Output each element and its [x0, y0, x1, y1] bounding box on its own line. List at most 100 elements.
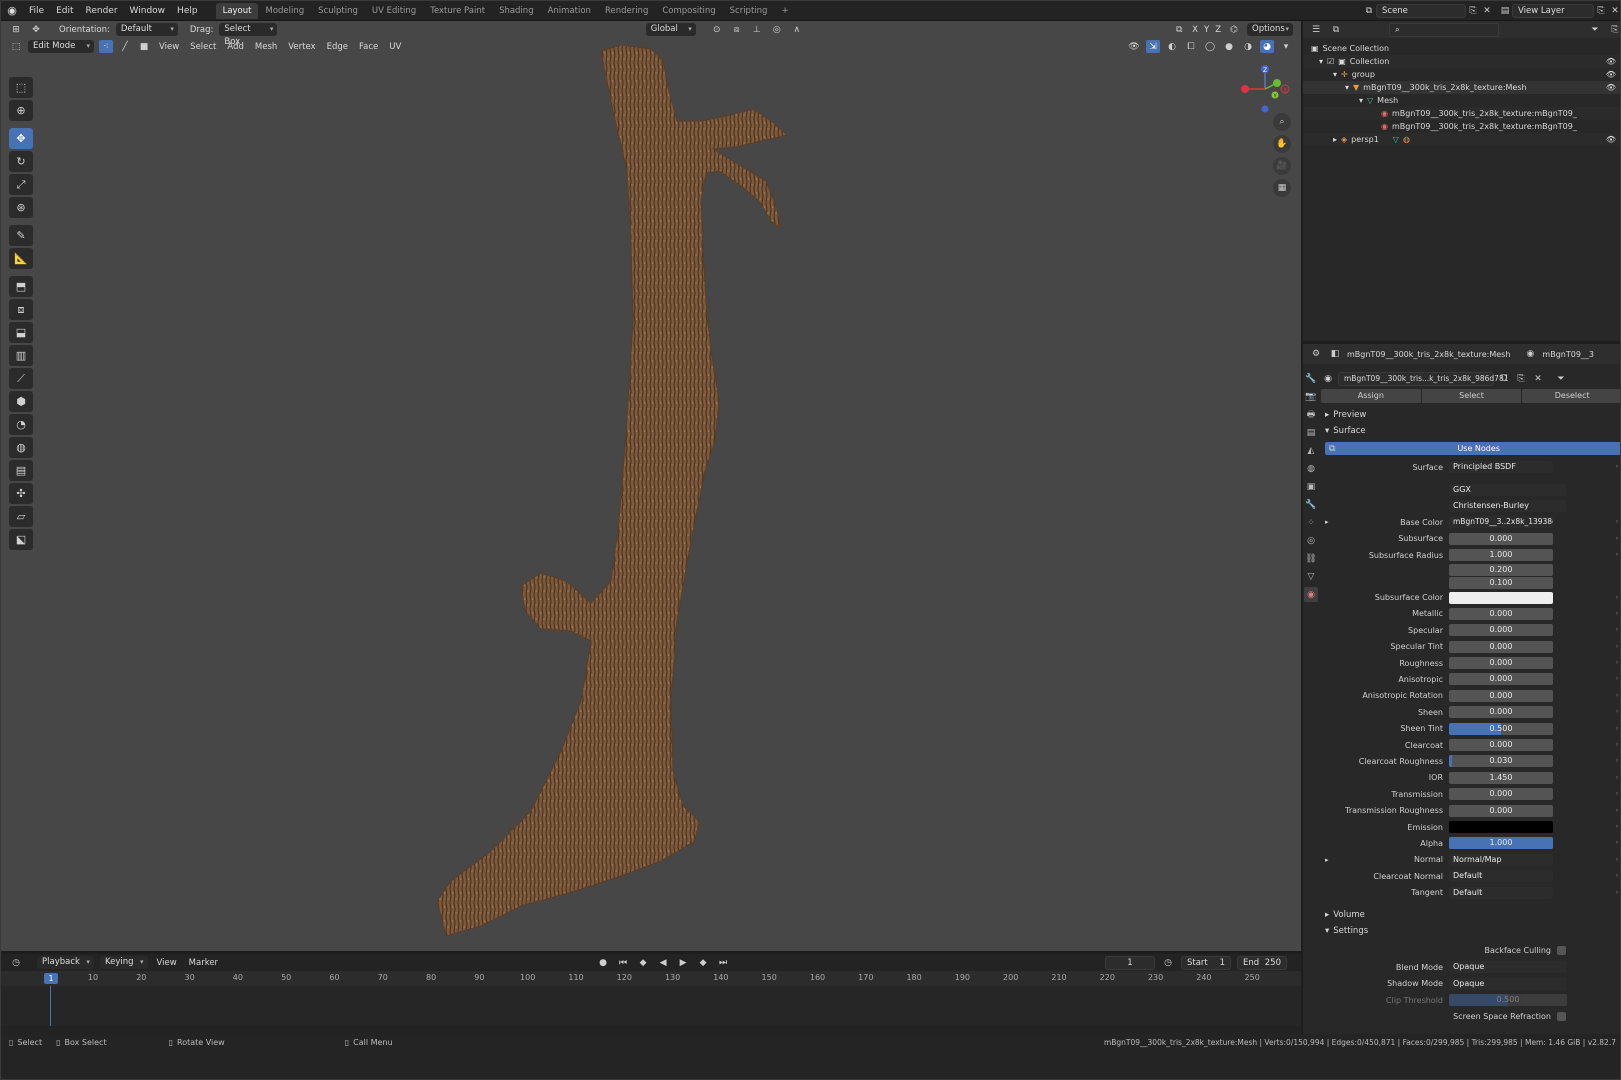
view-layer-field[interactable]: View Layer — [1512, 4, 1594, 18]
param-slider[interactable]: 0.000 — [1449, 673, 1553, 686]
new-scene-icon[interactable]: ⎘ — [1466, 5, 1480, 18]
pan-hand-icon[interactable]: ✋ — [1273, 135, 1291, 153]
gizmo-x-neg[interactable] — [1241, 85, 1249, 93]
tree-branch-mesh[interactable] — [436, 44, 789, 937]
outliner-search-input[interactable]: ⌕ — [1389, 22, 1499, 37]
record-icon[interactable]: ● — [596, 956, 610, 969]
param-slider[interactable]: 0.000 — [1449, 607, 1553, 620]
new-view-layer-icon[interactable]: ⎘ — [1594, 5, 1608, 18]
camera-view-icon[interactable]: 🎥 — [1273, 157, 1291, 175]
socket-dot-icon[interactable]: ◦ — [1615, 741, 1619, 749]
outliner-editor-icon[interactable]: ☰ — [1309, 23, 1323, 36]
socket-dot-icon[interactable]: ◦ — [1615, 856, 1619, 864]
socket-dot-icon[interactable]: ◦ — [1615, 675, 1619, 683]
socket-dot-icon[interactable]: ◦ — [1615, 757, 1619, 765]
perspective-grid-icon[interactable]: ▦ — [1273, 179, 1291, 197]
use-nodes-button[interactable]: ⧉ Use Nodes — [1325, 442, 1620, 455]
tab-shading[interactable]: Shading — [492, 3, 541, 19]
collapse-icon[interactable]: ▸ — [1333, 135, 1337, 144]
param-slider[interactable]: 1.450 — [1449, 771, 1553, 784]
shadow-mode-dropdown[interactable]: Opaque — [1449, 977, 1567, 990]
material-filter-icon[interactable]: ⏷ — [1554, 373, 1568, 386]
pin-icon[interactable]: ◧ — [1328, 348, 1342, 361]
marker-menu[interactable]: Marker — [186, 958, 221, 968]
param-slider[interactable]: 0.030 — [1449, 755, 1553, 768]
select-button[interactable]: Select — [1421, 389, 1522, 403]
socket-dot-icon[interactable]: ◦ — [1615, 518, 1619, 526]
timeline-editor-icon[interactable]: ◷ — [9, 956, 23, 969]
tab-sculpting[interactable]: Sculpting — [311, 3, 365, 19]
constraints-tab-icon[interactable]: ⛓ — [1304, 551, 1318, 566]
socket-dot-icon[interactable]: ◦ — [1615, 725, 1619, 733]
param-slider[interactable]: 0.000 — [1449, 804, 1553, 817]
outliner-row-persp1[interactable]: ▸ ◈ persp1 ▽ ◍ 👁 — [1303, 133, 1620, 146]
socket-dot-icon[interactable]: ◦ — [1615, 823, 1619, 831]
preview-section[interactable]: ▸ Preview — [1321, 407, 1620, 423]
timeline-view-menu[interactable]: View — [154, 958, 180, 968]
tab-layout[interactable]: Layout — [215, 2, 259, 19]
tool-tab-icon[interactable]: 🔧 — [1304, 371, 1318, 386]
outliner-row-scene-collection[interactable]: ▣ Scene Collection — [1303, 42, 1620, 55]
gizmo-z-neg[interactable] — [1261, 105, 1269, 113]
socket-dot-icon[interactable]: ◦ — [1615, 594, 1619, 602]
deselect-button[interactable]: Deselect — [1522, 389, 1620, 403]
expand-icon[interactable]: ▾ — [1345, 83, 1349, 92]
ssr-checkbox[interactable] — [1557, 1012, 1566, 1022]
outliner-row-collection[interactable]: ▾ ☑ ▣ Collection 👁 — [1303, 55, 1620, 68]
zoom-icon[interactable]: ⌕ — [1273, 113, 1291, 131]
delete-view-layer-icon[interactable]: ✕ — [1608, 5, 1620, 18]
param-slider[interactable]: 0.000 — [1449, 689, 1553, 702]
jump-end-icon[interactable]: ⏭ — [716, 956, 730, 969]
end-frame-field[interactable]: End 250 — [1237, 955, 1287, 970]
next-keyframe-icon[interactable]: ◆ — [696, 956, 710, 969]
3d-viewport[interactable]: ⊞ ✥ Orientation: Default Drag: Select Bo… — [1, 21, 1301, 951]
socket-dot-icon[interactable]: ◦ — [1615, 643, 1619, 651]
param-slider[interactable]: 0.100 — [1449, 576, 1553, 589]
settings-section[interactable]: ▾ Settings — [1321, 923, 1620, 939]
tab-uv-editing[interactable]: UV Editing — [365, 3, 423, 19]
preview-range-icon[interactable]: ◷ — [1161, 956, 1175, 969]
current-frame-field[interactable]: 1 — [1105, 955, 1155, 970]
socket-dot-icon[interactable]: ◦ — [1615, 659, 1619, 667]
socket-dot-icon[interactable]: ◦ — [1615, 551, 1619, 559]
navigation-gizmo[interactable]: Z X Y — [1237, 61, 1293, 117]
filter-icon[interactable]: ⏷ — [1588, 23, 1602, 36]
prev-keyframe-icon[interactable]: ◆ — [636, 956, 650, 969]
socket-dot-icon[interactable]: ◦ — [1615, 626, 1619, 634]
menu-render[interactable]: Render — [80, 6, 124, 16]
volume-section[interactable]: ▸ Volume — [1321, 907, 1620, 923]
properties-editor-icon[interactable]: ⚙ — [1309, 348, 1323, 361]
visibility-eye-icon[interactable]: 👁 — [1606, 83, 1616, 92]
play-reverse-icon[interactable]: ◀ — [656, 956, 670, 969]
display-mode-icon[interactable]: ⧉ — [1329, 23, 1343, 36]
socket-dot-icon[interactable]: ◦ — [1615, 774, 1619, 782]
material-browse-icon[interactable]: ◉ — [1321, 373, 1335, 386]
menu-file[interactable]: File — [23, 6, 50, 16]
alpha-slider[interactable]: 1.000 — [1449, 837, 1553, 850]
expand-arrow-icon[interactable]: ▸ — [1325, 518, 1329, 526]
unlink-material-icon[interactable]: ✕ — [1531, 373, 1545, 386]
start-frame-field[interactable]: Start 1 — [1181, 955, 1231, 970]
jump-start-icon[interactable]: ⏮ — [616, 956, 630, 969]
socket-dot-icon[interactable]: ◦ — [1615, 610, 1619, 618]
add-workspace-button[interactable]: + — [774, 3, 795, 19]
delete-scene-icon[interactable]: ✕ — [1480, 5, 1494, 18]
param-slider[interactable]: 0.000 — [1449, 532, 1553, 545]
modifier-tab-icon[interactable]: 🔧 — [1304, 497, 1318, 512]
normal-map-field[interactable]: Normal/Map — [1449, 853, 1553, 866]
menu-edit[interactable]: Edit — [50, 6, 79, 16]
clearcoat-normal-field[interactable]: Default — [1449, 870, 1553, 883]
tab-compositing[interactable]: Compositing — [655, 3, 722, 19]
param-slider[interactable]: 0.000 — [1449, 657, 1553, 670]
play-icon[interactable]: ▶ — [676, 956, 690, 969]
socket-dot-icon[interactable]: ◦ — [1615, 872, 1619, 880]
outliner-row-mesh-object[interactable]: ▾ ▼ mBgnT09__300k_tris_2x8k_texture:Mesh 👁 — [1303, 81, 1620, 94]
socket-dot-icon[interactable]: ◦ — [1615, 463, 1619, 471]
blender-logo-icon[interactable]: ◉ — [1, 1, 23, 21]
distribution-dropdown[interactable]: GGX — [1449, 483, 1567, 496]
world-tab-icon[interactable]: ◍ — [1304, 461, 1318, 476]
checkbox-icon[interactable]: ☑ — [1327, 57, 1334, 66]
outliner-row-material[interactable]: ◉ mBgnT09__300k_tris_2x8k_texture:mBgnT09… — [1303, 107, 1620, 120]
playback-menu[interactable]: Playback — [37, 956, 94, 969]
socket-dot-icon[interactable]: ◦ — [1615, 692, 1619, 700]
